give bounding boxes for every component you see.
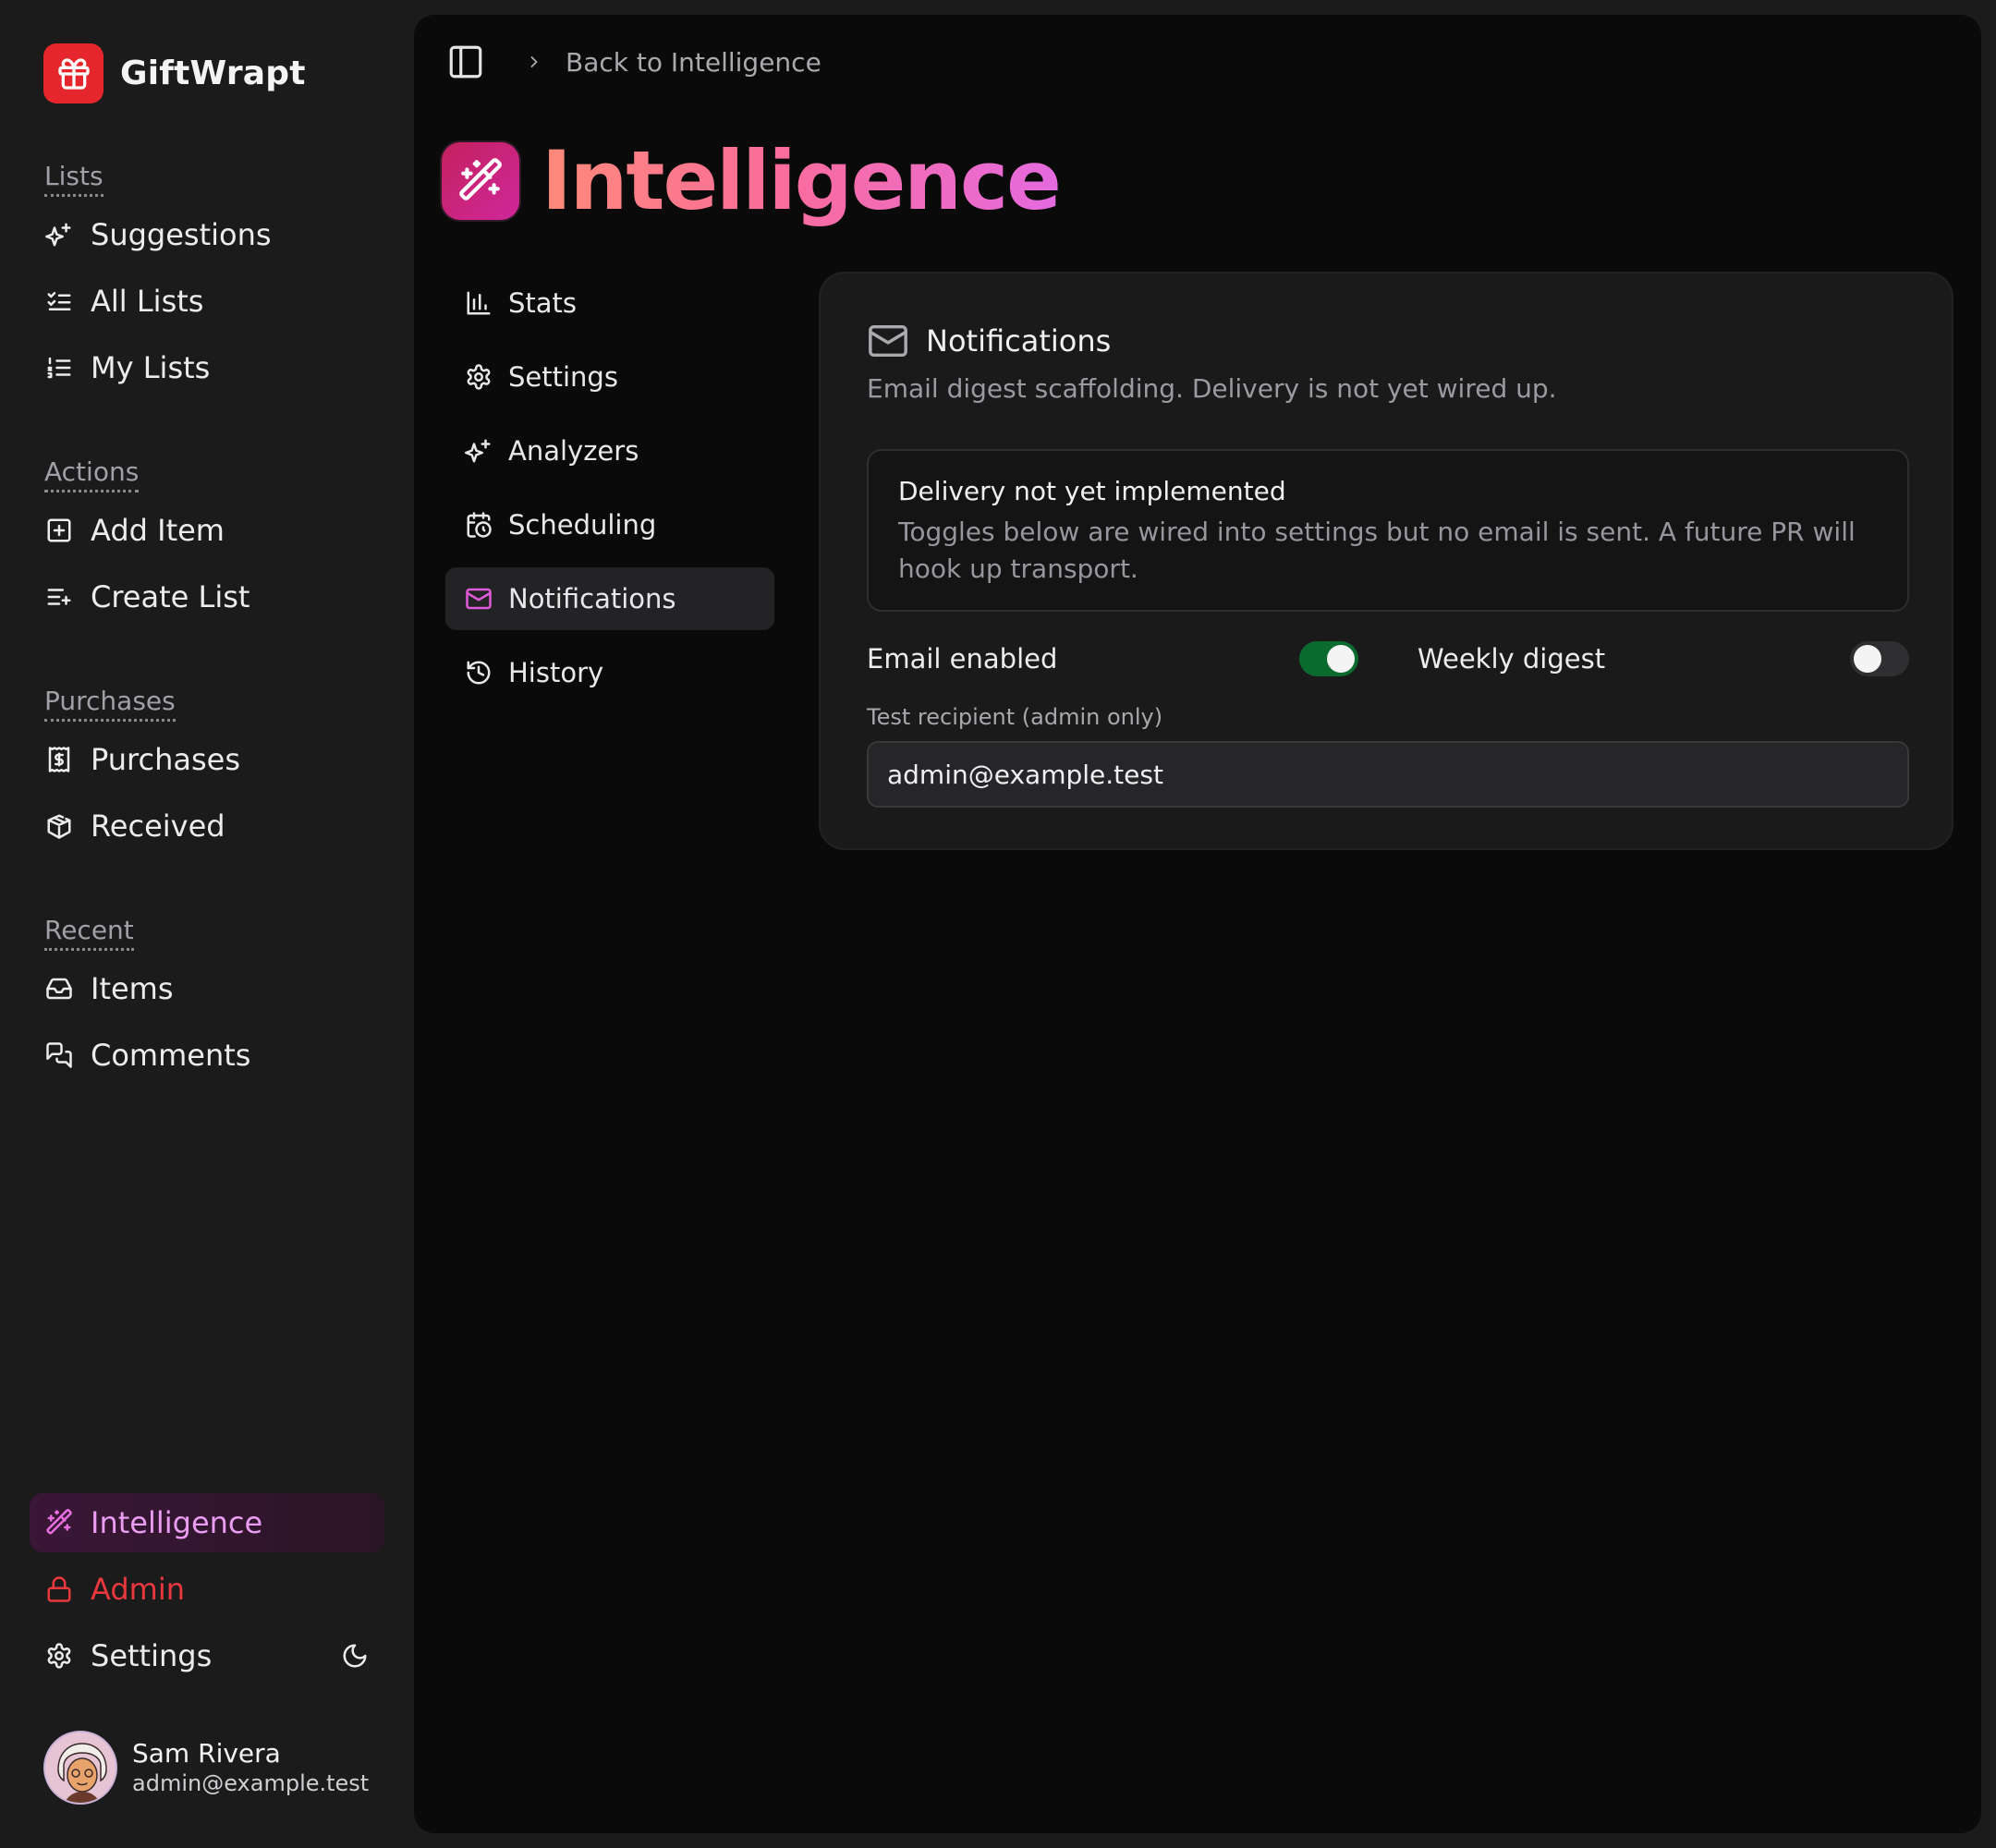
sidebar-item-label: Received bbox=[91, 808, 225, 844]
messages-icon bbox=[44, 1040, 74, 1070]
page-header: Intelligence bbox=[442, 133, 1062, 229]
alert-title: Delivery not yet implemented bbox=[898, 476, 1286, 506]
list-checks-icon bbox=[44, 286, 74, 316]
subnav-item-label: History bbox=[508, 657, 604, 688]
subnav-item-notifications[interactable]: Notifications bbox=[445, 567, 774, 630]
subnav-item-history[interactable]: History bbox=[445, 641, 774, 704]
test-recipient-label: Test recipient (admin only) bbox=[867, 704, 1163, 730]
section-label-purchases: Purchases bbox=[44, 686, 176, 722]
chevron-right-icon bbox=[525, 53, 543, 71]
wand-sparkles-icon bbox=[442, 142, 519, 220]
toggle-row: Email enabled Weekly digest bbox=[867, 636, 1909, 682]
theme-toggle-moon-icon[interactable] bbox=[338, 1639, 371, 1672]
back-to-intelligence-link[interactable]: Back to Intelligence bbox=[566, 47, 822, 78]
alert-body: Toggles below are wired into settings bu… bbox=[898, 517, 1856, 584]
sidebar-item-admin[interactable]: Admin bbox=[30, 1560, 384, 1619]
sidebar-item-settings[interactable]: Settings bbox=[30, 1626, 384, 1685]
sidebar-item-label: Items bbox=[91, 971, 174, 1006]
inbox-icon bbox=[44, 974, 74, 1003]
mail-icon bbox=[867, 320, 909, 362]
sidebar: GiftWrapt Lists Suggestions All Lists My… bbox=[0, 0, 414, 1848]
sparkles-icon bbox=[44, 220, 74, 249]
subnav-item-analyzers[interactable]: Analyzers bbox=[445, 419, 774, 482]
list-ordered-icon bbox=[44, 353, 74, 383]
sidebar-item-label: Comments bbox=[91, 1038, 251, 1073]
sidebar-item-create-list[interactable]: Create List bbox=[30, 567, 384, 626]
gear-icon bbox=[44, 1641, 74, 1671]
email-enabled-toggle[interactable] bbox=[1299, 641, 1358, 676]
subnav-item-label: Analyzers bbox=[508, 435, 639, 467]
section-label-lists: Lists bbox=[44, 161, 103, 197]
avatar bbox=[43, 1731, 117, 1805]
wand-sparkles-icon bbox=[44, 1508, 74, 1538]
sidebar-item-all-lists[interactable]: All Lists bbox=[30, 272, 384, 331]
card-description: Email digest scaffolding. Delivery is no… bbox=[867, 373, 1557, 404]
sidebar-item-label: Add Item bbox=[91, 513, 225, 548]
subnav-item-label: Notifications bbox=[508, 583, 676, 614]
weekly-digest-toggle[interactable] bbox=[1850, 641, 1909, 676]
square-plus-icon bbox=[44, 516, 74, 545]
main-panel: Back to Intelligence Intelligence Stats … bbox=[414, 15, 1981, 1833]
sidebar-item-suggestions[interactable]: Suggestions bbox=[30, 205, 384, 264]
section-label-recent: Recent bbox=[44, 915, 134, 951]
package-open-icon bbox=[44, 811, 74, 841]
email-enabled-label: Email enabled bbox=[867, 643, 1058, 675]
subnav-item-label: Stats bbox=[508, 287, 578, 319]
list-plus-icon bbox=[44, 582, 74, 612]
sidebar-item-add-item[interactable]: Add Item bbox=[30, 501, 384, 560]
sidebar-item-intelligence[interactable]: Intelligence bbox=[30, 1493, 384, 1552]
sidebar-item-purchases[interactable]: Purchases bbox=[30, 730, 384, 789]
notifications-card: Notifications Email digest scaffolding. … bbox=[819, 272, 1953, 850]
sidebar-item-label: Purchases bbox=[91, 742, 240, 777]
subnav-item-scheduling[interactable]: Scheduling bbox=[445, 493, 774, 556]
bar-chart-icon bbox=[464, 288, 493, 318]
breadcrumb: Back to Intelligence bbox=[445, 39, 822, 85]
sidebar-item-label: Admin bbox=[91, 1572, 185, 1607]
mail-icon bbox=[464, 584, 493, 614]
sidebar-item-label: Settings bbox=[91, 1638, 213, 1673]
toggle-knob bbox=[1327, 645, 1355, 673]
sidebar-item-my-lists[interactable]: My Lists bbox=[30, 338, 384, 397]
user-email: admin@example.test bbox=[132, 1770, 370, 1796]
sidebar-toggle-icon[interactable] bbox=[445, 42, 486, 82]
calendar-clock-icon bbox=[464, 510, 493, 540]
sidebar-item-label: Create List bbox=[91, 579, 250, 614]
history-icon bbox=[464, 658, 493, 687]
sidebar-item-items[interactable]: Items bbox=[30, 959, 384, 1018]
sidebar-item-label: All Lists bbox=[91, 284, 204, 319]
brand[interactable]: GiftWrapt bbox=[43, 43, 306, 103]
sidebar-item-label: Intelligence bbox=[91, 1505, 263, 1540]
sidebar-item-label: Suggestions bbox=[91, 217, 272, 252]
subnav-item-stats[interactable]: Stats bbox=[445, 272, 774, 334]
gear-icon bbox=[464, 362, 493, 392]
test-recipient-input[interactable] bbox=[867, 741, 1909, 808]
sidebar-item-label: My Lists bbox=[91, 350, 211, 385]
delivery-alert: Delivery not yet implemented Toggles bel… bbox=[867, 449, 1909, 612]
card-header: Notifications bbox=[867, 320, 1111, 362]
user-info: Sam Rivera admin@example.test bbox=[132, 1738, 369, 1797]
gift-icon bbox=[43, 43, 103, 103]
lock-icon bbox=[44, 1574, 74, 1604]
weekly-digest-label: Weekly digest bbox=[1418, 643, 1606, 675]
sparkles-icon bbox=[464, 436, 493, 466]
subnav-item-label: Scheduling bbox=[508, 509, 657, 541]
receipt-icon bbox=[44, 745, 74, 774]
section-label-actions: Actions bbox=[44, 456, 140, 492]
sidebar-item-received[interactable]: Received bbox=[30, 796, 384, 856]
toggle-knob bbox=[1854, 645, 1881, 673]
brand-name: GiftWrapt bbox=[120, 55, 306, 92]
sidebar-item-comments[interactable]: Comments bbox=[30, 1026, 384, 1085]
user-card[interactable]: Sam Rivera admin@example.test bbox=[43, 1730, 369, 1805]
subnav-item-settings[interactable]: Settings bbox=[445, 346, 774, 408]
page-title: Intelligence bbox=[542, 133, 1062, 228]
user-name: Sam Rivera bbox=[132, 1738, 281, 1769]
card-title: Notifications bbox=[926, 323, 1112, 359]
subnav-item-label: Settings bbox=[508, 361, 618, 393]
